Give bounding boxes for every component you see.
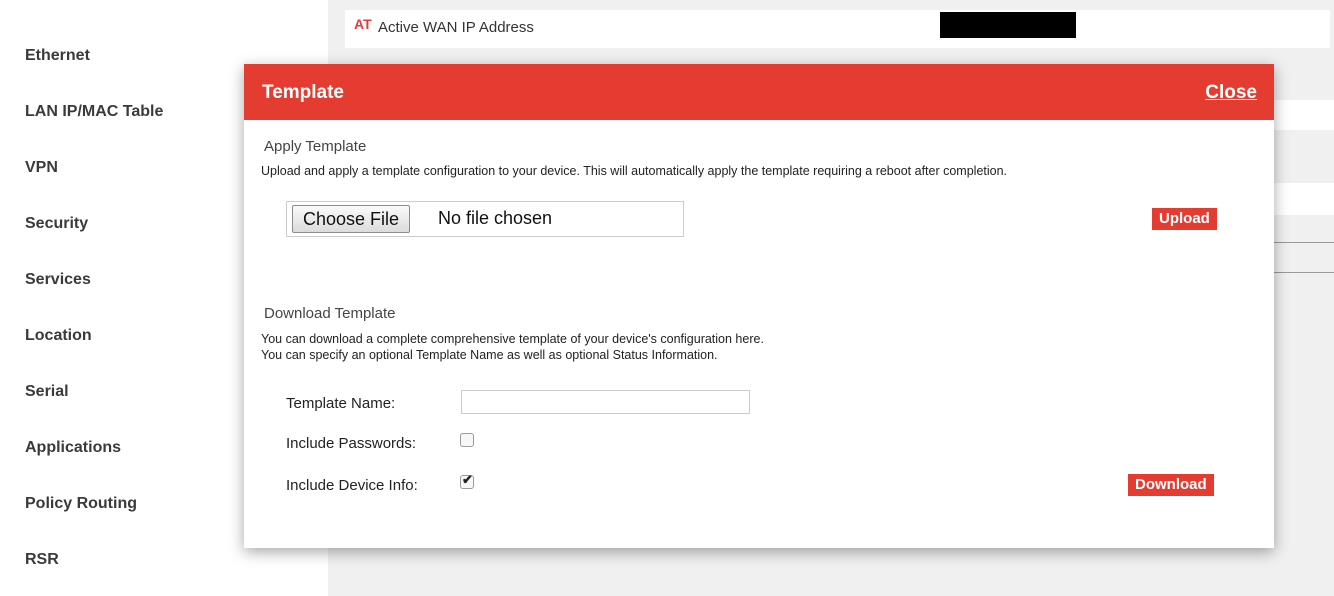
- apply-template-title: Apply Template: [264, 138, 367, 155]
- sidebar-item-serial[interactable]: Serial: [25, 383, 69, 401]
- include-device-info-checkbox[interactable]: ✔: [460, 472, 474, 489]
- upload-button[interactable]: Upload: [1152, 208, 1217, 230]
- sidebar-item-location[interactable]: Location: [25, 327, 92, 345]
- wan-ip-redacted-value: [940, 12, 1076, 38]
- sidebar-item-lan-ip-mac-table[interactable]: LAN IP/MAC Table: [25, 103, 163, 121]
- at-badge-icon: AT: [354, 16, 372, 32]
- sidebar-item-rsr[interactable]: RSR: [25, 551, 59, 569]
- close-link[interactable]: Close: [1205, 82, 1257, 104]
- download-button[interactable]: Download: [1128, 474, 1214, 496]
- sidebar-item-services[interactable]: Services: [25, 271, 91, 289]
- include-passwords-label: Include Passwords:: [286, 435, 417, 452]
- file-status-text: No file chosen: [438, 208, 553, 228]
- sidebar-item-security[interactable]: Security: [25, 215, 88, 233]
- file-upload-field: Choose File No file chosen: [286, 201, 684, 237]
- sidebar-item-policy-routing[interactable]: Policy Routing: [25, 495, 137, 513]
- choose-file-button[interactable]: Choose File: [292, 205, 411, 233]
- sidebar-item-applications[interactable]: Applications: [25, 439, 121, 457]
- apply-template-description: Upload and apply a template configuratio…: [261, 164, 1008, 178]
- divider: [1270, 272, 1334, 273]
- download-template-description-line1: You can download a complete comprehensiv…: [261, 332, 764, 346]
- download-template-description-line2: You can specify an optional Template Nam…: [261, 348, 718, 362]
- wan-ip-label: Active WAN IP Address: [378, 19, 534, 36]
- include-device-info-label: Include Device Info:: [286, 477, 418, 494]
- modal-title: Template: [262, 82, 345, 103]
- template-name-input[interactable]: [461, 390, 750, 414]
- template-name-label: Template Name:: [286, 395, 396, 412]
- sidebar-item-vpn[interactable]: VPN: [25, 159, 58, 177]
- background-row: [1270, 100, 1334, 130]
- modal-header: Template Close: [244, 64, 1274, 120]
- divider: [1270, 242, 1334, 243]
- background-row: [1270, 183, 1334, 215]
- checkmark-icon: ✔: [462, 472, 473, 487]
- template-modal: Template Close Apply Template Upload and…: [244, 64, 1274, 548]
- sidebar-item-ethernet[interactable]: Ethernet: [25, 47, 90, 65]
- download-template-title: Download Template: [264, 305, 396, 322]
- include-passwords-checkbox[interactable]: [460, 433, 474, 447]
